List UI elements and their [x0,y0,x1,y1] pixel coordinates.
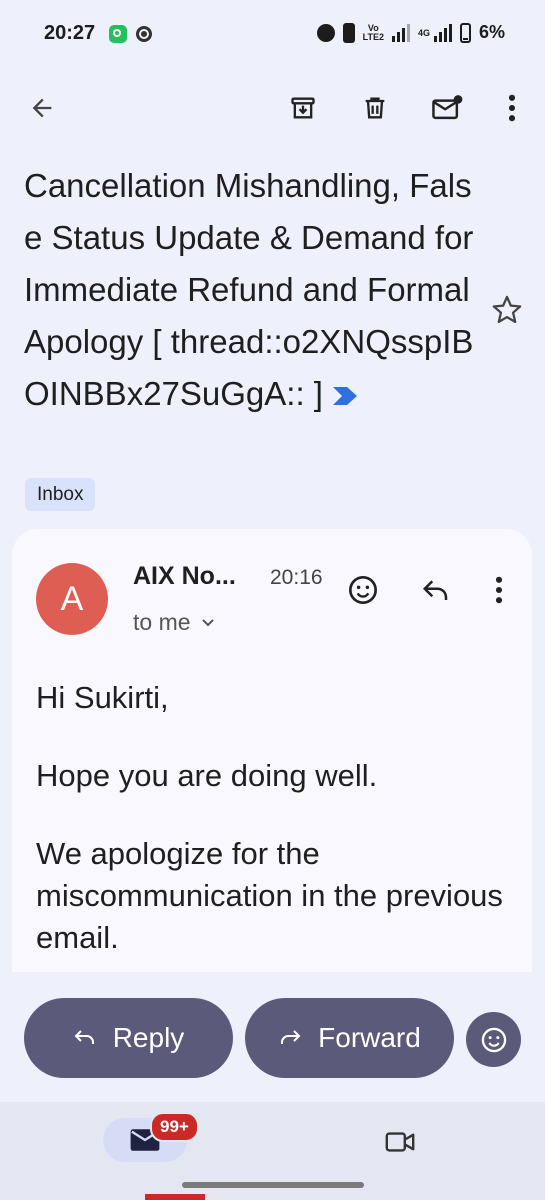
more-vert-icon[interactable] [492,88,532,128]
whatsapp-icon [109,25,127,43]
email-subject: Cancellation Mishandling, False Status U… [24,160,479,422]
alarm-icon [316,23,335,42]
message-more-icon[interactable] [479,570,519,610]
status-time: 20:27 [44,22,96,44]
action-bar: Reply Forward [0,972,545,1102]
message-card: A AIX No... 20:16 to me Hi Sukirti, Hope… [12,529,532,1029]
forward-button[interactable]: Forward [245,998,454,1078]
recipient-toggle[interactable]: to me [133,609,215,636]
network-type: 4G [417,27,430,38]
sender-name[interactable]: AIX No... [133,562,236,591]
signal-icon [391,23,410,42]
vibrate-icon [342,22,355,43]
recipient-label: to me [133,609,191,635]
bottom-navigation: 99+ [0,1102,545,1200]
battery-icon [459,22,471,43]
video-camera-icon [385,1132,415,1152]
volte-bottom: LTE2 [362,31,384,42]
mark-unread-icon[interactable] [427,88,467,128]
emoji-button[interactable] [466,1012,521,1067]
subject-text: Cancellation Mishandling, False Status U… [24,167,474,412]
star-icon[interactable] [490,293,526,329]
reply-icon[interactable] [416,570,456,610]
forward-arrow-icon [281,1030,301,1044]
chevron-down-icon [201,618,214,626]
reply-arrow-icon [74,1030,94,1044]
forward-label: Forward [318,1022,421,1053]
partial-app-icon [145,1194,205,1200]
back-arrow-icon[interactable] [22,88,62,128]
body-paragraph: Hi Sukirti, [36,680,169,715]
volte-indicator: Vo LTE2 [362,23,384,42]
message-body: Hi Sukirti, Hope you are doing well. We … [36,677,506,995]
unread-badge: 99+ [150,1112,199,1142]
body-paragraph: Hope you are doing well. [36,758,378,793]
home-indicator[interactable] [182,1182,364,1188]
label-chip[interactable]: Inbox [25,478,96,511]
archive-icon[interactable] [283,88,323,128]
battery-percent: 6% [478,22,505,42]
signal-icon-2 [433,23,452,42]
reply-button[interactable]: Reply [24,998,233,1078]
emoji-icon [481,1027,506,1052]
status-bar: 20:27 Vo LTE2 4G 6% [0,0,545,68]
message-time: 20:16 [270,566,323,589]
reply-label: Reply [112,1022,185,1053]
important-marker-icon[interactable] [331,370,359,422]
chrome-icon [136,26,152,42]
top-app-bar [0,78,545,140]
body-paragraph: We apologize for the miscommunication in… [36,836,503,955]
emoji-reaction-icon[interactable] [343,570,383,610]
avatar[interactable]: A [36,563,108,635]
nav-meet-tab[interactable] [380,1122,420,1162]
trash-icon[interactable] [355,88,395,128]
email-screen: 20:27 Vo LTE2 4G 6% Cancellation Mishand… [0,0,545,1200]
status-indicators: Vo LTE2 4G 6% [316,22,505,43]
